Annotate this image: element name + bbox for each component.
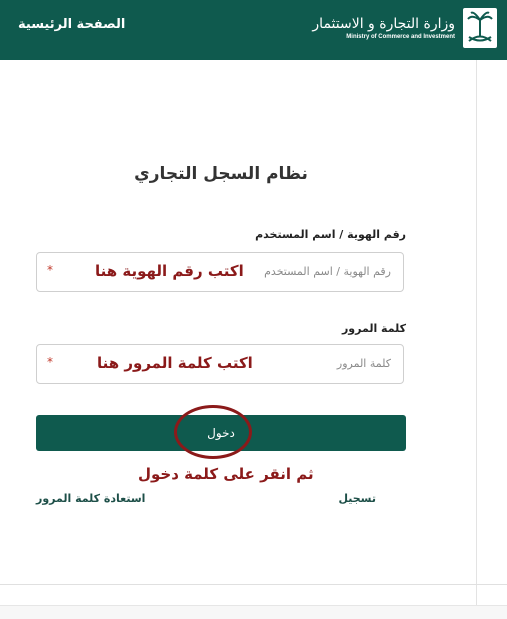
password-required-icon: * (47, 355, 53, 369)
register-link[interactable]: تسجيل (338, 492, 376, 505)
password-label: كلمة المرور (341, 322, 406, 335)
ministry-logo-block[interactable]: وزارة التجارة و الاستثمار Ministry of Co… (312, 8, 497, 48)
username-input[interactable]: رقم الهوية / اسم المستخدم اكتب رقم الهوي… (36, 252, 404, 292)
footer-divider (0, 584, 507, 585)
bottom-strip (0, 605, 507, 619)
login-button-label: دخول (207, 426, 235, 440)
password-input[interactable]: كلمة المرور اكتب كلمة المرور هنا * (36, 344, 404, 384)
login-button[interactable]: دخول (36, 415, 406, 451)
login-panel: نظام السجل التجاري رقم الهوية / اسم المس… (0, 60, 476, 580)
username-label: رقم الهوية / اسم المستخدم (255, 228, 406, 241)
right-scroll-rail (476, 60, 507, 610)
ministry-name: وزارة التجارة و الاستثمار Ministry of Co… (312, 15, 455, 42)
username-annotation: اكتب رقم الهوية هنا (95, 262, 244, 280)
ministry-name-english: Ministry of Commerce and Investment (346, 33, 455, 40)
saudi-emblem-icon (463, 8, 497, 48)
recover-password-link[interactable]: استعادة كلمة المرور (36, 492, 145, 505)
top-header: الصفحة الرئيسية وزارة التجارة و الاستثما… (0, 0, 507, 60)
username-placeholder: رقم الهوية / اسم المستخدم (264, 265, 391, 278)
username-required-icon: * (47, 263, 53, 277)
home-link[interactable]: الصفحة الرئيسية (18, 17, 125, 32)
password-placeholder: كلمة المرور (336, 357, 391, 370)
ministry-name-arabic: وزارة التجارة و الاستثمار (312, 15, 455, 32)
password-annotation: اكتب كلمة المرور هنا (97, 354, 253, 372)
instruction-note: ثم انقر على كلمة دخول (138, 465, 314, 483)
page-title: نظام السجل التجاري (134, 164, 308, 184)
